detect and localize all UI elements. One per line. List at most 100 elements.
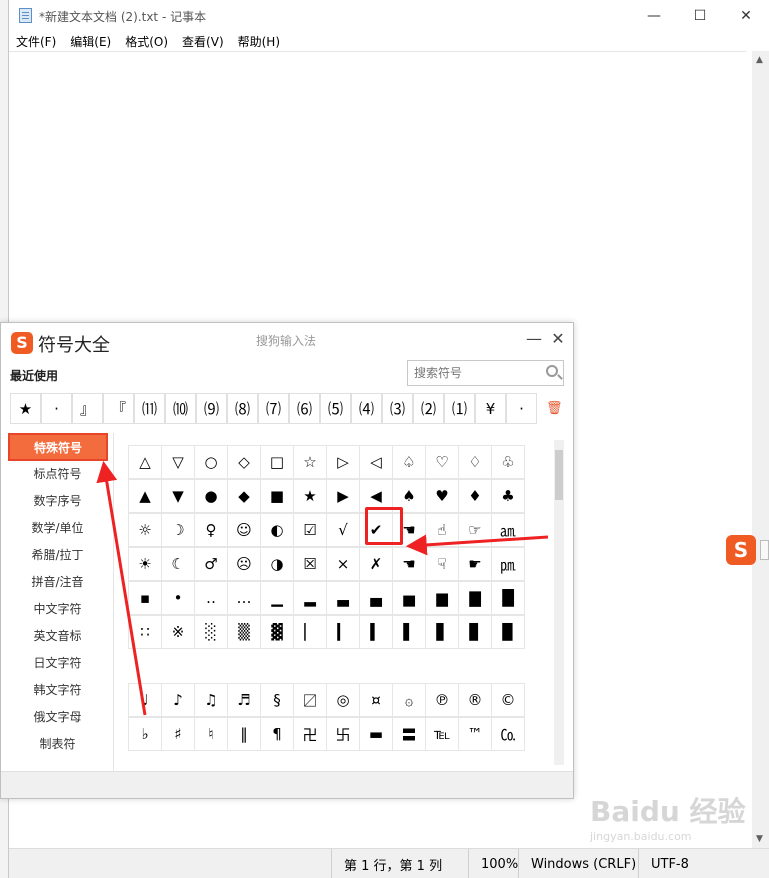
symbol-cell[interactable]: ◇ bbox=[227, 445, 261, 479]
recent-symbol[interactable]: ⑵ bbox=[413, 393, 444, 424]
menu-help[interactable]: 帮助(H) bbox=[231, 31, 287, 51]
recent-symbol[interactable]: ¥ bbox=[475, 393, 506, 424]
symbol-cell[interactable]: ♥ bbox=[425, 479, 459, 513]
symbol-cell[interactable]: ▌ bbox=[392, 615, 426, 649]
symbol-cell[interactable]: ☾ bbox=[161, 547, 195, 581]
category-item[interactable]: 中文字符 bbox=[1, 595, 114, 622]
symbol-cell[interactable]: ▃ bbox=[326, 581, 360, 615]
symbol-cell[interactable]: ♦ bbox=[458, 479, 492, 513]
symbol-cell[interactable]: ■ bbox=[260, 479, 294, 513]
symbol-cell[interactable]: ∷ bbox=[128, 615, 162, 649]
symbol-cell[interactable]: 卐 bbox=[326, 717, 360, 751]
recent-symbol[interactable]: · bbox=[506, 393, 537, 424]
symbol-cell[interactable]: ◆ bbox=[227, 479, 261, 513]
symbol-cell[interactable]: ☑ bbox=[293, 513, 327, 547]
symbol-cell[interactable]: ㏘ bbox=[491, 547, 525, 581]
symbol-cell[interactable]: ▎ bbox=[326, 615, 360, 649]
symbol-cell[interactable]: █ bbox=[491, 581, 525, 615]
symbol-cell[interactable]: ♢ bbox=[458, 445, 492, 479]
symbol-cell[interactable]: ▓ bbox=[260, 615, 294, 649]
symbol-cell[interactable]: ☀ bbox=[128, 547, 162, 581]
symbol-grid-scrollbar[interactable] bbox=[554, 440, 564, 765]
recent-symbol[interactable]: ⑻ bbox=[227, 393, 258, 424]
symbol-cell[interactable]: ¶ bbox=[260, 717, 294, 751]
symbol-cell[interactable]: ¤ bbox=[359, 683, 393, 717]
symbol-cell[interactable]: ㏇ bbox=[491, 717, 525, 751]
recent-symbol[interactable]: ⑷ bbox=[351, 393, 382, 424]
symbol-cell[interactable]: • bbox=[161, 581, 195, 615]
symbol-cell[interactable]: ▍ bbox=[359, 615, 393, 649]
menu-format[interactable]: 格式(O) bbox=[118, 31, 175, 51]
symbol-cell[interactable]: ☟ bbox=[425, 547, 459, 581]
symbol-cell[interactable]: ★ bbox=[293, 479, 327, 513]
symbol-cell[interactable]: ℗ bbox=[425, 683, 459, 717]
symbol-cell[interactable]: ● bbox=[194, 479, 228, 513]
symbol-search-input[interactable] bbox=[408, 361, 538, 385]
symbol-cell[interactable]: ▂ bbox=[293, 581, 327, 615]
symbol-cell[interactable]: ♫ bbox=[194, 683, 228, 717]
symbol-cell[interactable]: ▬ bbox=[359, 717, 393, 751]
close-button[interactable]: ✕ bbox=[723, 0, 769, 31]
trash-icon[interactable]: 🗑 bbox=[546, 401, 563, 416]
symbol-cell[interactable]: ♭ bbox=[128, 717, 162, 751]
symbol-cell[interactable]: × bbox=[326, 547, 360, 581]
recent-symbol[interactable]: ⑶ bbox=[382, 393, 413, 424]
symbol-cell[interactable]: ▋ bbox=[425, 615, 459, 649]
symbol-cell[interactable]: ○ bbox=[194, 445, 228, 479]
symbol-cell[interactable]: ☺ bbox=[227, 513, 261, 547]
category-item[interactable]: 标点符号 bbox=[1, 460, 114, 487]
recent-symbol[interactable]: ⑼ bbox=[196, 393, 227, 424]
scroll-thumb[interactable] bbox=[555, 450, 563, 500]
category-item[interactable]: 数学/单位 bbox=[1, 514, 114, 541]
symbol-cell[interactable]: ♡ bbox=[425, 445, 459, 479]
symbol-cell[interactable]: ☆ bbox=[293, 445, 327, 479]
symbol-cell[interactable]: ♮ bbox=[194, 717, 228, 751]
symbol-cell[interactable]: □ bbox=[260, 445, 294, 479]
symbol-cell[interactable]: ▲ bbox=[128, 479, 162, 513]
symbol-cell[interactable]: ♀ bbox=[194, 513, 228, 547]
symbol-cell[interactable]: ☝ bbox=[425, 513, 459, 547]
menu-edit[interactable]: 编辑(E) bbox=[63, 31, 118, 51]
symbol-cell[interactable]: ▅ bbox=[392, 581, 426, 615]
minimize-button[interactable]: — bbox=[631, 0, 677, 31]
scroll-up-icon[interactable]: ▲ bbox=[756, 55, 763, 65]
symbol-cell[interactable]: ☛ bbox=[458, 547, 492, 581]
panel-close-button[interactable]: ✕ bbox=[548, 329, 568, 349]
category-item[interactable]: 俄文字母 bbox=[1, 703, 114, 730]
category-item[interactable]: 数字序号 bbox=[1, 487, 114, 514]
symbol-cell[interactable]: ♤ bbox=[392, 445, 426, 479]
symbol-cell[interactable]: ▷ bbox=[326, 445, 360, 479]
symbol-cell[interactable]: ♩ bbox=[128, 683, 162, 717]
symbol-cell[interactable]: ♬ bbox=[227, 683, 261, 717]
category-item[interactable]: 日文字符 bbox=[1, 649, 114, 676]
category-item[interactable]: 特殊符号 bbox=[8, 433, 108, 461]
recent-symbol[interactable]: ⑸ bbox=[320, 393, 351, 424]
symbol-cell[interactable]: ‥ bbox=[194, 581, 228, 615]
symbol-cell[interactable]: ® bbox=[458, 683, 492, 717]
symbol-cell[interactable]: ♧ bbox=[491, 445, 525, 479]
symbol-cell[interactable]: ◎ bbox=[326, 683, 360, 717]
maximize-button[interactable]: ☐ bbox=[677, 0, 723, 31]
category-item[interactable]: 拼音/注音 bbox=[1, 568, 114, 595]
symbol-cell[interactable]: ☹ bbox=[227, 547, 261, 581]
vertical-scrollbar[interactable]: ▲ ▼ bbox=[752, 51, 769, 848]
symbol-cell[interactable]: ◁ bbox=[359, 445, 393, 479]
symbol-cell[interactable]: ℡ bbox=[425, 717, 459, 751]
symbol-cell[interactable]: ▒ bbox=[227, 615, 261, 649]
symbol-cell[interactable]: ♯ bbox=[161, 717, 195, 751]
recent-symbol[interactable]: ⑺ bbox=[258, 393, 289, 424]
symbol-cell[interactable]: ▄ bbox=[359, 581, 393, 615]
recent-symbol[interactable]: 』 bbox=[72, 393, 103, 424]
recent-symbol[interactable]: 『 bbox=[103, 393, 134, 424]
symbol-cell[interactable]: ░ bbox=[194, 615, 228, 649]
search-icon[interactable] bbox=[546, 365, 558, 377]
symbol-cell[interactable]: ▏ bbox=[293, 615, 327, 649]
symbol-cell[interactable]: ◑ bbox=[260, 547, 294, 581]
symbol-cell[interactable]: ▁ bbox=[260, 581, 294, 615]
symbol-cell[interactable]: ♣ bbox=[491, 479, 525, 513]
symbol-search-box[interactable] bbox=[407, 360, 564, 386]
symbol-cell[interactable]: ☽ bbox=[161, 513, 195, 547]
symbol-cell[interactable]: ▼ bbox=[161, 479, 195, 513]
symbol-cell[interactable]: ▇ bbox=[458, 581, 492, 615]
symbol-cell[interactable]: 〼 bbox=[293, 683, 327, 717]
